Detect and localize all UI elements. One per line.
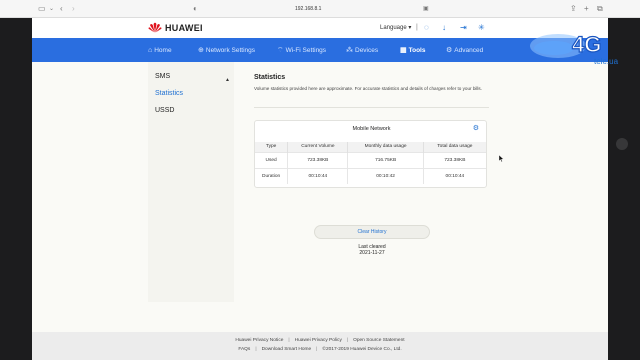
devices-icon: ⁂ <box>346 47 353 54</box>
brand-name: HUAWEI <box>165 22 203 33</box>
back-icon[interactable]: ‹ <box>60 3 63 15</box>
table-row: Used 723.38KB 716.75KB 723.38KB <box>255 151 486 168</box>
mouse-cursor-icon <box>499 155 504 162</box>
loading-icon: ✳ <box>478 23 485 32</box>
address-bar[interactable]: 192.168.8.1 <box>295 3 321 15</box>
page-title: Statistics <box>254 74 286 81</box>
nav-devices[interactable]: ⁂ Devices <box>346 38 378 62</box>
table-cell: 723.38KB <box>287 151 349 168</box>
scroll-indicator[interactable] <box>616 138 628 150</box>
4g-watermark-logo: 4G tele.ua <box>530 31 619 66</box>
column-header: Total data usage <box>423 142 486 152</box>
table-cell: 00:10:42 <box>347 167 424 184</box>
table-cell: Used <box>255 151 289 168</box>
privacy-policy-link[interactable]: Huawei Privacy Policy <box>295 338 342 343</box>
table-cell: Duration <box>255 167 289 184</box>
sidebar: SMS ▲ Statistics USSD <box>148 62 234 302</box>
main-nav: ⌂ Home ⊕ Network Settings ⌔ Wi-Fi Settings … <box>32 38 608 62</box>
table-cell: 716.75KB <box>347 151 424 168</box>
statistics-description: Volume statistics provided here are appr… <box>254 86 483 91</box>
forward-icon[interactable]: › <box>72 3 75 15</box>
nav-home[interactable]: ⌂ Home <box>148 38 172 62</box>
separator: | <box>288 338 290 343</box>
home-icon: ⌂ <box>148 46 153 54</box>
download-icon[interactable]: ↓ <box>442 23 446 33</box>
nav-tools[interactable]: ▦ Tools <box>400 38 425 62</box>
separator: | <box>255 347 257 352</box>
gear-icon[interactable]: ⚙ <box>473 125 479 133</box>
tabs-icon[interactable]: ⧉ <box>597 3 603 15</box>
huawei-logo-icon <box>148 22 162 33</box>
shield-icon[interactable]: ◐ <box>193 3 198 15</box>
footer: Huawei Privacy Notice | Huawei Privacy Pol… <box>32 332 608 360</box>
open-source-link[interactable]: Open Source Statement <box>353 338 404 343</box>
footer-links-row: Huawei Privacy Notice | Huawei Privacy Pol… <box>32 338 608 343</box>
nav-network-settings[interactable]: ⊕ Network Settings <box>198 38 255 62</box>
nav-advanced[interactable]: ⚙ Advanced <box>446 38 483 62</box>
messages-icon[interactable]: ◌ <box>424 23 429 33</box>
sidebar-item-sms[interactable]: SMS <box>155 73 170 80</box>
smart-home-link[interactable]: Download Smart Home <box>262 347 312 352</box>
wifi-icon: ⌔ <box>277 46 284 54</box>
table-cell: 00:10:44 <box>423 167 486 184</box>
column-header: Current Volume <box>287 142 349 152</box>
column-header: Type <box>255 142 289 152</box>
mobile-network-card: Mobile Network ⚙ Type Current Volume Mon… <box>254 120 487 188</box>
nav-tools-label: Tools <box>408 46 426 54</box>
router-page: HUAWEI Language ▾ | ◌ ↓ ⇥ ✳ ⌂ Home ⊕ Netwo… <box>32 18 608 360</box>
card-title: Mobile Network <box>352 126 391 132</box>
logout-icon[interactable]: ⇥ <box>460 23 467 33</box>
table-header-row: Type Current Volume Monthly data usage T… <box>255 142 486 152</box>
column-header: Monthly data usage <box>347 142 424 152</box>
nav-home-label: Home <box>154 46 172 54</box>
browser-toolbar: ▭ ⌄ ‹ › ◐ 192.168.8.1 ▣ ⇪ + ⧉ <box>0 0 640 18</box>
nav-wifi-settings[interactable]: ⌔ Wi-Fi Settings <box>277 38 326 62</box>
separator: | <box>346 338 349 343</box>
faqs-link[interactable]: FAQs <box>238 347 250 352</box>
footer-info-row: FAQs | Download Smart Home | ©2017-2019 Huaw… <box>32 347 608 352</box>
nav-devices-label: Devices <box>355 46 379 54</box>
table-cell: 00:10:44 <box>287 167 349 184</box>
last-cleared-date: 2021-11-27 <box>359 250 385 256</box>
advanced-icon: ⚙ <box>446 47 453 54</box>
divider <box>254 107 489 108</box>
nav-advanced-label: Advanced <box>454 46 484 54</box>
header: HUAWEI Language ▾ | ◌ ↓ ⇥ ✳ <box>32 18 608 38</box>
watermark-text: 4G <box>572 32 601 57</box>
nav-network-settings-label: Network Settings <box>205 46 256 54</box>
sidebar-item-statistics[interactable]: Statistics <box>155 90 183 97</box>
clear-history-button[interactable]: Clear History <box>314 225 430 239</box>
sidebar-item-ussd[interactable]: USSD <box>155 107 174 114</box>
statistics-panel: Statistics Volume statistics provided he… <box>254 74 494 256</box>
language-select[interactable]: Language ▾ <box>380 24 411 31</box>
separator: | <box>316 347 318 352</box>
language-label: Language <box>380 25 407 31</box>
statistics-table: Type Current Volume Monthly data usage T… <box>255 142 486 184</box>
globe-icon: ⊕ <box>198 47 204 54</box>
nav-wifi-settings-label: Wi-Fi Settings <box>285 46 327 54</box>
new-tab-icon[interactable]: + <box>584 3 589 15</box>
copyright: ©2017-2019 Huawei Device Co., Ltd. <box>322 347 402 352</box>
sidebar-icon[interactable]: ▭ <box>38 3 46 15</box>
table-cell: 723.38KB <box>423 151 486 168</box>
tools-icon: ▦ <box>400 47 407 54</box>
table-row: Duration 00:10:44 00:10:42 00:10:44 <box>255 167 486 184</box>
share-icon[interactable]: ⇪ <box>570 3 577 15</box>
divider-icon: | <box>416 24 418 31</box>
watermark-subtext: tele.ua <box>594 57 619 66</box>
huawei-logo[interactable]: HUAWEI <box>148 22 203 33</box>
chevron-down-icon[interactable]: ⌄ <box>49 3 54 15</box>
privacy-notice-link[interactable]: Huawei Privacy Notice <box>235 338 283 343</box>
caret-up-icon[interactable]: ▲ <box>225 77 230 83</box>
reader-icon[interactable]: ▣ <box>423 3 429 15</box>
